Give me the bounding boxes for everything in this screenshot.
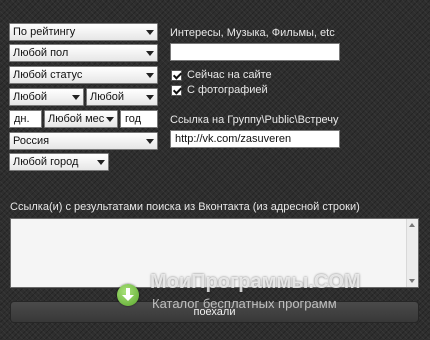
birth-year-field[interactable]: год <box>120 110 158 128</box>
chevron-down-icon <box>72 95 80 100</box>
birth-month-select[interactable]: Любой мес <box>44 110 118 128</box>
online-checkbox[interactable] <box>171 70 182 81</box>
chevron-down-icon <box>146 73 154 78</box>
chevron-down-icon <box>146 30 154 35</box>
age-to-select[interactable]: Любой <box>86 88 158 106</box>
country-select-value: Россия <box>13 135 50 147</box>
chevron-down-icon <box>146 139 154 144</box>
sort-select-value: По рейтингу <box>13 26 76 38</box>
group-link-input-value: http://vk.com/zasuveren <box>175 133 292 145</box>
results-label: Ссылка(и) с результатами поиска из Вконт… <box>10 201 360 213</box>
status-select-value: Любой статус <box>13 69 83 81</box>
photo-label: С фотографией <box>187 84 268 96</box>
chevron-down-icon <box>97 160 105 165</box>
chevron-down-icon <box>106 117 114 122</box>
group-link-label: Ссылка на Группу\Public\Встречу <box>170 114 339 126</box>
birth-day-field[interactable]: дн. <box>9 110 42 128</box>
chevron-down-icon <box>146 95 154 100</box>
chevron-down-icon <box>146 51 154 56</box>
status-select[interactable]: Любой статус <box>9 66 158 84</box>
interests-label: Интересы, Музыка, Фильмы, etc <box>170 27 335 39</box>
city-select[interactable]: Любой город <box>9 153 109 171</box>
gender-select[interactable]: Любой пол <box>9 44 158 62</box>
age-to-select-value: Любой <box>90 91 125 103</box>
birth-year-field-value: год <box>125 113 142 125</box>
scroll-down-icon[interactable] <box>409 279 415 283</box>
results-scrollbar[interactable] <box>406 219 418 287</box>
age-from-select-value: Любой <box>13 91 48 103</box>
download-icon <box>117 284 139 306</box>
photo-checkbox[interactable] <box>171 85 182 96</box>
watermark-subtitle: Каталог бесплатных программ <box>152 296 337 311</box>
interests-input[interactable] <box>170 43 340 61</box>
gender-select-value: Любой пол <box>13 47 69 59</box>
online-label: Сейчас на сайте <box>187 69 272 81</box>
sort-select[interactable]: По рейтингу <box>9 23 158 41</box>
city-select-value: Любой город <box>13 156 79 168</box>
group-link-input[interactable]: http://vk.com/zasuveren <box>170 130 340 148</box>
scroll-up-icon[interactable] <box>409 223 415 227</box>
birth-day-field-value: дн. <box>14 113 30 125</box>
country-select[interactable]: Россия <box>9 132 158 150</box>
birth-month-select-value: Любой мес <box>48 113 105 125</box>
watermark-title: МоиПрограммы.COM <box>150 271 361 293</box>
age-from-select[interactable]: Любой <box>9 88 84 106</box>
